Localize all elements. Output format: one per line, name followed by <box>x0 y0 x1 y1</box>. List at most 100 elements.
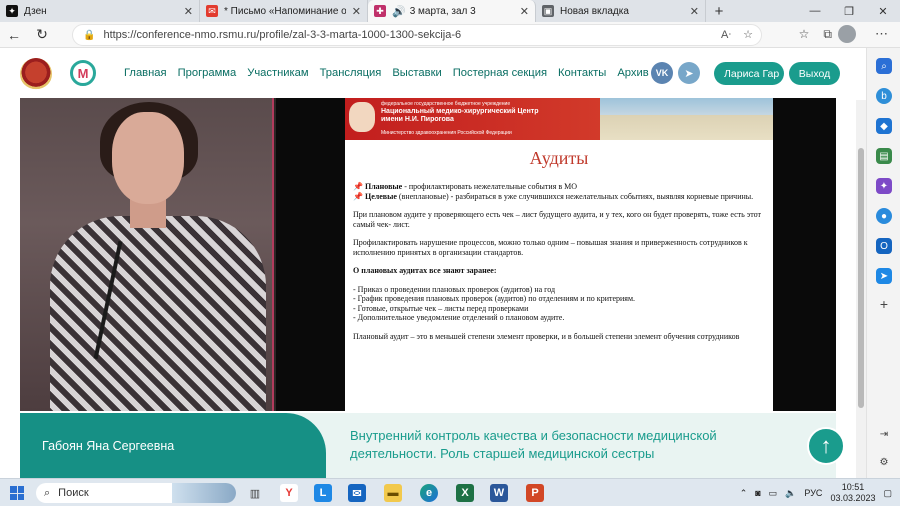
web-page: M Главная Программа Участникам Трансляци… <box>0 48 866 478</box>
mail-app-icon[interactable]: ✉ <box>348 484 366 502</box>
sidebar-collapse-icon[interactable]: ⇥ <box>876 426 892 442</box>
lock-icon[interactable]: 🔒 <box>83 30 95 41</box>
bing-icon[interactable]: b <box>876 88 892 104</box>
tab-stream[interactable]: ✚ 🔊 3 марта, зал 3 ✕ <box>368 0 536 22</box>
user-profile-button[interactable]: Лариса Гар <box>714 62 784 85</box>
nav-item-stream[interactable]: Трансляция <box>320 67 382 79</box>
tab-label: Дзен <box>24 5 47 17</box>
slide-area: федеральное государственное бюджетное уч… <box>276 98 836 411</box>
nav-item-archive[interactable]: Архив <box>617 67 648 79</box>
task-view-icon[interactable]: ▥ <box>246 484 264 502</box>
drop-icon[interactable]: ➤ <box>876 268 892 284</box>
telegram-icon[interactable]: ➤ <box>678 62 700 84</box>
slide-paragraph: При плановом аудите у проверяющего есть … <box>353 210 761 229</box>
notifications-icon[interactable]: ▢ <box>883 488 892 499</box>
maximize-icon[interactable]: ❐ <box>832 0 866 22</box>
tab-dzen[interactable]: ✦ Дзен ✕ <box>0 0 200 22</box>
settings-gear-icon[interactable]: ⚙ <box>876 454 892 470</box>
close-icon[interactable]: ✕ <box>184 5 193 18</box>
clock-date: 03.03.2023 <box>830 493 876 503</box>
sound-icon[interactable]: 🔊 <box>392 5 406 18</box>
back-icon[interactable]: ← <box>0 27 28 43</box>
rsmu-logo[interactable]: M <box>70 60 96 86</box>
window-controls: — ❐ ✕ <box>798 0 900 22</box>
word-icon[interactable]: W <box>490 484 508 502</box>
emblem-logo[interactable] <box>20 58 52 90</box>
slide-org-line3: Министерство здравоохранения Российской … <box>381 130 512 136</box>
add-icon[interactable]: + <box>876 296 892 312</box>
browser-tab-strip: ✦ Дзен ✕ ✉ * Письмо «Напоминание о нач ✕… <box>0 0 900 22</box>
read-aloud-icon[interactable]: Aᐧ <box>721 28 731 41</box>
games-icon[interactable]: ✦ <box>876 178 892 194</box>
minimize-icon[interactable]: — <box>798 0 832 22</box>
language-indicator[interactable]: РУС <box>804 488 822 498</box>
chevron-up-icon[interactable]: ⌃ <box>740 488 748 499</box>
nav-item-program[interactable]: Программа <box>178 67 237 79</box>
url-text: https://conference-nmo.rsmu.ru/profile/z… <box>103 29 462 41</box>
outlook-icon[interactable]: O <box>876 238 892 254</box>
vk-icon[interactable]: VK <box>651 62 673 84</box>
clock[interactable]: 10:51 03.03.2023 <box>830 482 875 504</box>
shopping-tag-icon[interactable]: ◆ <box>876 118 892 134</box>
favorites-icon[interactable]: ☆ <box>799 27 810 42</box>
scroll-up-button[interactable]: ↑ <box>807 427 845 465</box>
video-player[interactable]: федеральное государственное бюджетное уч… <box>20 98 836 411</box>
dzen-icon: ✦ <box>6 5 18 17</box>
slide-subheading: О плановых аудитах все знают заранее: <box>353 266 497 275</box>
search-placeholder: Поиск <box>58 487 89 499</box>
tab-label: * Письмо «Напоминание о нач <box>224 5 346 17</box>
slide-point-unplanned: 📌 Целевые (внеплановые) - разбираться в … <box>353 191 754 201</box>
slide-org-line1: федеральное государственное бюджетное уч… <box>381 101 511 107</box>
reload-icon[interactable]: ↻ <box>28 26 56 43</box>
file-explorer-icon[interactable]: ▬ <box>384 484 402 502</box>
system-tray: ⌃ ◙ ▭ 🔈 РУС 10:51 03.03.2023 ▢ <box>740 482 892 504</box>
close-icon[interactable]: ✕ <box>690 5 699 18</box>
slide-paragraph: Плановый аудит – это в меньшей степени э… <box>353 331 740 341</box>
close-icon[interactable]: ✕ <box>520 5 529 18</box>
page-scrollbar[interactable] <box>856 100 866 478</box>
slide-paragraph: Профилактировать нарушение процессов, мо… <box>353 238 748 257</box>
speaker-jacket <box>50 216 266 411</box>
logout-button[interactable]: Выход <box>789 62 840 85</box>
collections-icon[interactable]: ⧉ <box>823 27 832 42</box>
browser-sidebar: ⌕ b ◆ ▤ ✦ ● O ➤ + ⇥ ⚙ <box>866 48 900 478</box>
address-bar-row: ← ↻ 🔒 https://conference-nmo.rsmu.ru/pro… <box>0 22 900 48</box>
taskbar-search[interactable]: ⌕ Поиск <box>36 483 236 503</box>
edge-icon[interactable]: e <box>420 484 438 502</box>
new-tab-button[interactable]: + <box>706 0 732 22</box>
camera-icon[interactable]: ◙ <box>755 488 760 498</box>
tools-icon[interactable]: ▤ <box>876 148 892 164</box>
close-window-icon[interactable]: ✕ <box>866 0 900 22</box>
url-field[interactable]: 🔒 https://conference-nmo.rsmu.ru/profile… <box>72 24 762 46</box>
clock-time: 10:51 <box>841 482 865 492</box>
tab-mail[interactable]: ✉ * Письмо «Напоминание о нач ✕ <box>200 0 368 22</box>
yandex-browser-icon[interactable]: Y <box>280 484 298 502</box>
excel-icon[interactable]: X <box>456 484 474 502</box>
search-icon[interactable]: ⌕ <box>876 58 892 74</box>
windows-taskbar: ⌕ Поиск ▥ Y L ✉ ▬ e X W P ⌃ ◙ ▭ 🔈 РУС 10… <box>0 478 900 506</box>
volume-icon[interactable]: 🔈 <box>785 488 796 499</box>
windows-start-icon[interactable] <box>10 486 24 500</box>
nav-item-posters[interactable]: Постерная секция <box>453 67 547 79</box>
powerpoint-icon[interactable]: P <box>526 484 544 502</box>
nav-item-home[interactable]: Главная <box>124 67 167 79</box>
favorite-star-icon[interactable]: ☆ <box>743 28 753 41</box>
talk-title: Внутренний контроль качества и безопасно… <box>350 428 717 461</box>
tab-label: 3 марта, зал 3 <box>409 5 476 17</box>
nav-item-exhibitions[interactable]: Выставки <box>392 67 441 79</box>
tab-new[interactable]: ▣ Новая вкладка ✕ <box>536 0 706 22</box>
network-icon[interactable]: ▭ <box>769 488 778 499</box>
nav-item-contacts[interactable]: Контакты <box>558 67 606 79</box>
pirogov-emblem <box>349 102 375 132</box>
office-icon[interactable]: ● <box>876 208 892 224</box>
slide-body: 📌 Плановые - профилактировать нежелатель… <box>353 182 765 350</box>
speaker-name: Габоян Яна Сергеевна <box>20 413 326 478</box>
talk-info-bar: Габоян Яна Сергеевна Внутренний контроль… <box>20 413 845 478</box>
profile-avatar[interactable] <box>838 25 856 43</box>
close-icon[interactable]: ✕ <box>352 5 361 18</box>
l-app-icon[interactable]: L <box>314 484 332 502</box>
slide-list-item: - Дополнительное уведомление отделений о… <box>353 313 565 322</box>
scrollbar-thumb[interactable] <box>858 148 864 408</box>
more-icon[interactable]: ⋯ <box>875 26 888 42</box>
nav-item-participants[interactable]: Участникам <box>247 67 308 79</box>
